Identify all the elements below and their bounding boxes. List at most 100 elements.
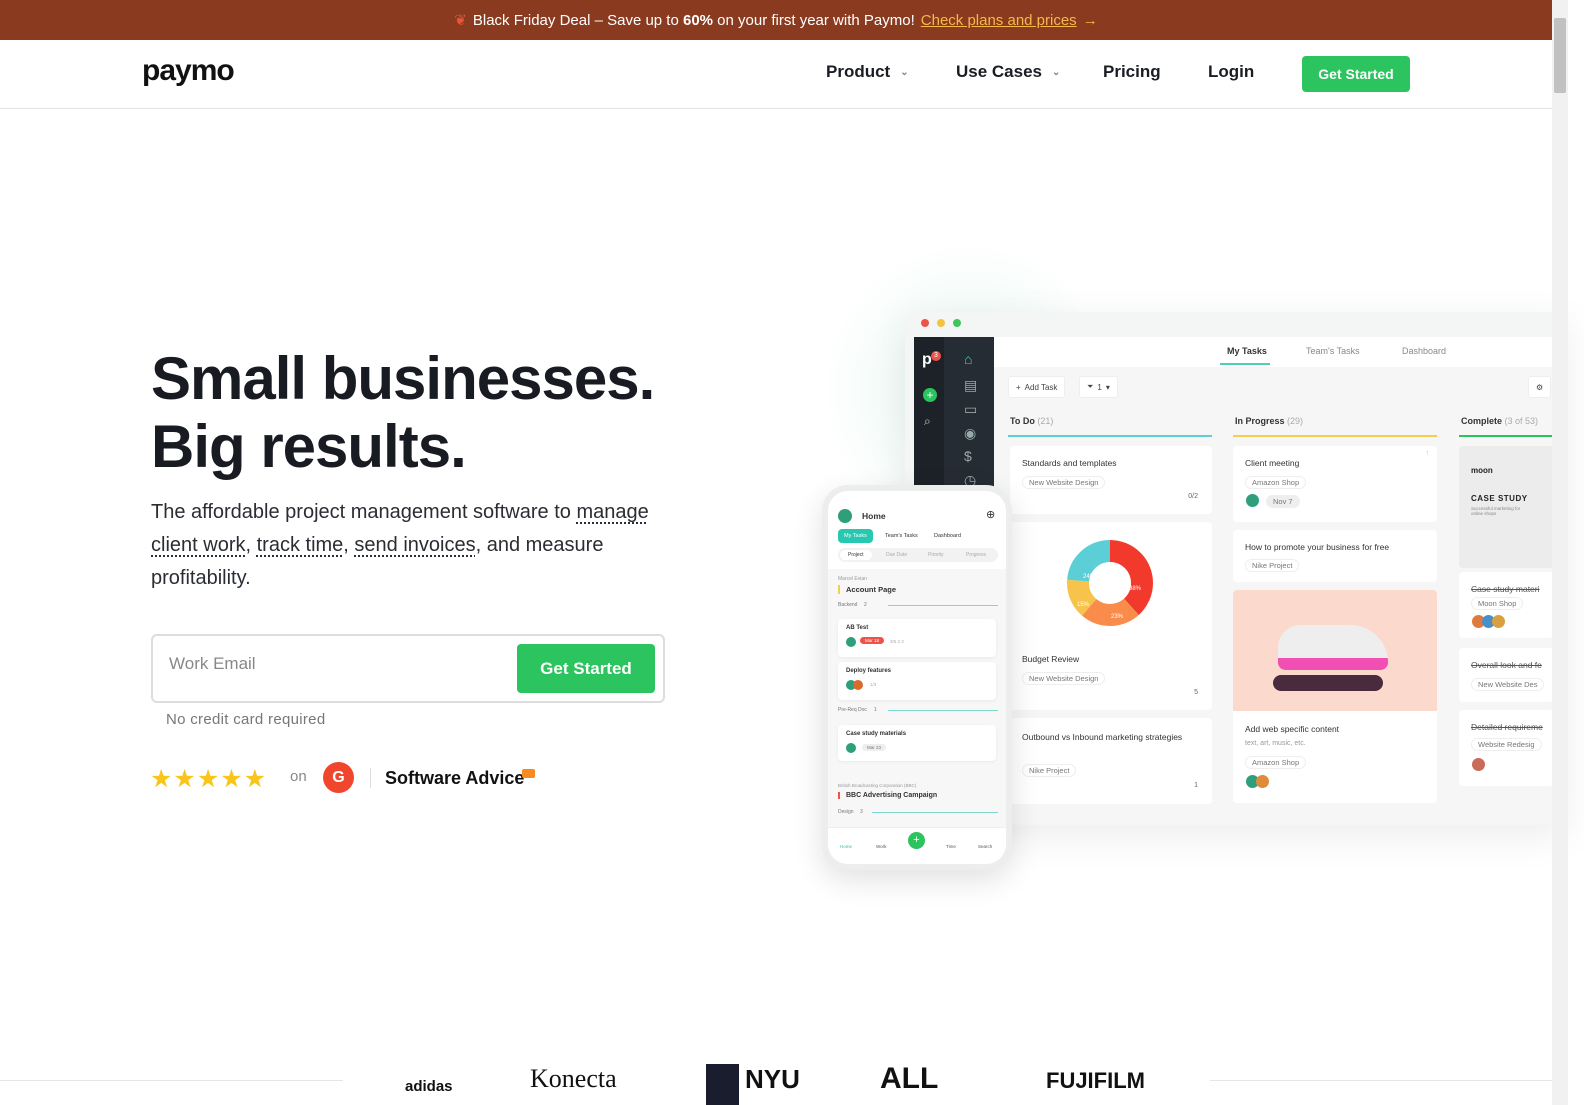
building-icon[interactable]: ▤ [964, 377, 977, 394]
sort-project[interactable]: Project [840, 550, 872, 560]
g2-logo[interactable]: G [323, 762, 354, 793]
divider [1210, 1080, 1552, 1081]
leaf-icon: ❦ [454, 12, 467, 29]
maximize-dot [953, 319, 961, 327]
task-card[interactable]: Add web specific content text, art, musi… [1233, 590, 1437, 803]
task-card[interactable]: Client meeting ↑ Amazon Shop Nov 7 [1233, 446, 1437, 522]
column-line [1459, 435, 1554, 437]
nyu-logo: NYU [745, 1064, 800, 1094]
fujifilm-logo: FUJIFILM [1046, 1068, 1145, 1093]
sort-bar: Project Due Date Priority Progress [838, 548, 998, 562]
avatar [1256, 775, 1269, 788]
filter-icon: ⏷ [1087, 382, 1094, 391]
caret-down-icon: ▾ [1105, 382, 1110, 392]
task-card[interactable]: Standards and templates New Website Desi… [1010, 446, 1212, 514]
sort-priority[interactable]: Priority [928, 552, 944, 558]
add-icon[interactable]: ⊕ [986, 508, 995, 521]
email-input[interactable] [169, 654, 499, 674]
accor-logo: ALL [880, 1062, 939, 1095]
nav-pricing[interactable]: Pricing [1103, 62, 1161, 82]
software-advice-bubble-icon [522, 769, 535, 778]
check-plans-link[interactable]: Check plans and prices [921, 12, 1077, 29]
settings-button[interactable]: ⚙ [1528, 376, 1552, 398]
tab-dashboard[interactable]: Dashboard [934, 533, 961, 539]
add-task-button[interactable]: + Add Task [1008, 376, 1066, 398]
column-todo: To Do (21) [1010, 416, 1054, 426]
add-button[interactable]: + [908, 832, 925, 849]
task-card[interactable]: Case study materi Moon Shop [1459, 572, 1554, 638]
tab-my-tasks[interactable]: My Tasks [1227, 346, 1267, 356]
plus-icon: + [1016, 382, 1021, 392]
nav-login[interactable]: Login [1208, 62, 1254, 82]
nav-work[interactable]: Work [876, 844, 886, 849]
nav-product[interactable]: Product ⌄ [826, 62, 909, 82]
column-line [1008, 435, 1212, 437]
label-24: 24% [1083, 574, 1096, 580]
avatar [1246, 494, 1259, 507]
tab-teams-tasks[interactable]: Team's Tasks [885, 533, 918, 539]
nav-home[interactable]: Home [840, 844, 852, 849]
logo[interactable]: paymo [142, 54, 235, 88]
label-15: 15% [1077, 602, 1090, 608]
sort-due-date[interactable]: Due Date [886, 552, 907, 558]
mobile-task-card[interactable]: AB Test Mar 18 3/5 2 3 [838, 619, 996, 657]
app-nav: ⌂ ▤ ▭ ◉ $ ◷ [944, 337, 994, 497]
mobile-task-card[interactable]: Case study materials Mar 23 [838, 725, 996, 761]
nav-use-cases[interactable]: Use Cases ⌄ [956, 62, 1060, 82]
tab-my-tasks[interactable]: My Tasks [838, 529, 873, 543]
sneaker-image [1233, 590, 1437, 711]
chevron-down-icon: ⌄ [900, 66, 909, 78]
avatar [838, 509, 852, 523]
track-time-link[interactable]: track time [257, 534, 344, 556]
task-card[interactable]: Outbound vs Inbound marketing strategies… [1010, 718, 1212, 804]
nav-search[interactable]: Search [978, 844, 992, 849]
get-started-button[interactable]: Get Started [1302, 56, 1410, 92]
task-card[interactable]: Overall look and fe New Website Des [1459, 648, 1554, 702]
label-38: 38% [1129, 586, 1142, 592]
adidas-logo: adidas [405, 1078, 453, 1095]
promo-banner: ❦ Black Friday Deal – Save up to 60% on … [0, 0, 1552, 40]
app-tabs: My Tasks Team's Tasks Dashboard [994, 337, 1554, 367]
rating-on: on [290, 768, 307, 785]
page-title: Small businesses. Big results. [151, 345, 655, 480]
column-line [1233, 435, 1437, 437]
task-card[interactable]: 24% 38% 23% 15% Budget Review New Websit… [1010, 522, 1212, 710]
filter-button[interactable]: ⏷ 1 ▾ [1079, 376, 1118, 398]
sort-progress[interactable]: Progress [966, 552, 986, 558]
scrollbar-thumb[interactable] [1554, 18, 1566, 93]
column-in-progress: In Progress (29) [1235, 416, 1304, 426]
avatar [1472, 758, 1485, 771]
task-card[interactable]: How to promote your business for free Ni… [1233, 530, 1437, 582]
user-icon[interactable]: ◉ [964, 425, 976, 442]
dollar-icon[interactable]: $ [964, 448, 972, 464]
software-advice-logo[interactable]: Software Advice [385, 768, 524, 789]
mobile-task-card[interactable]: Deploy features 1/3 [838, 662, 996, 700]
search-icon[interactable]: ⌕ [924, 414, 931, 429]
mobile-bottom-nav: Home Work + Time Search [828, 827, 1006, 864]
nav-time[interactable]: Time [946, 844, 956, 849]
divider [0, 1080, 343, 1081]
priority-arrow-icon: ↑ [1425, 450, 1430, 457]
gear-icon: ⚙ [1536, 382, 1544, 392]
hero-get-started-button[interactable]: Get Started [517, 644, 655, 693]
tab-teams-tasks[interactable]: Team's Tasks [1306, 346, 1360, 356]
nyu-torch-icon [706, 1064, 739, 1105]
avatar [1492, 615, 1505, 628]
add-icon[interactable]: + [923, 388, 937, 402]
notification-badge: 3 [931, 351, 941, 361]
home-icon[interactable]: ⌂ [964, 351, 972, 367]
send-invoices-link[interactable]: send invoices [354, 534, 475, 556]
task-card[interactable]: Detailed requireme Website Redesig [1459, 710, 1554, 786]
mobile-app-mockup: Home ⊕ My Tasks Team's Tasks Dashboard P… [822, 485, 1012, 870]
case-study-card[interactable]: moon CASE STUDY Successful marketing for… [1459, 446, 1554, 568]
tab-dashboard[interactable]: Dashboard [1402, 346, 1446, 356]
divider [370, 768, 371, 788]
budget-donut-chart: 24% 38% 23% 15% [1067, 540, 1153, 626]
top-nav: paymo Product ⌄ Use Cases ⌄ Pricing Login … [0, 40, 1552, 109]
minimize-dot [937, 319, 945, 327]
folder-icon[interactable]: ▭ [964, 401, 977, 418]
scrollbar[interactable] [1552, 0, 1568, 1105]
hero-subtitle: The affordable project management softwa… [151, 501, 649, 589]
column-complete: Complete (3 of 53) [1461, 416, 1539, 426]
arrow-right-icon: → [1082, 11, 1098, 29]
